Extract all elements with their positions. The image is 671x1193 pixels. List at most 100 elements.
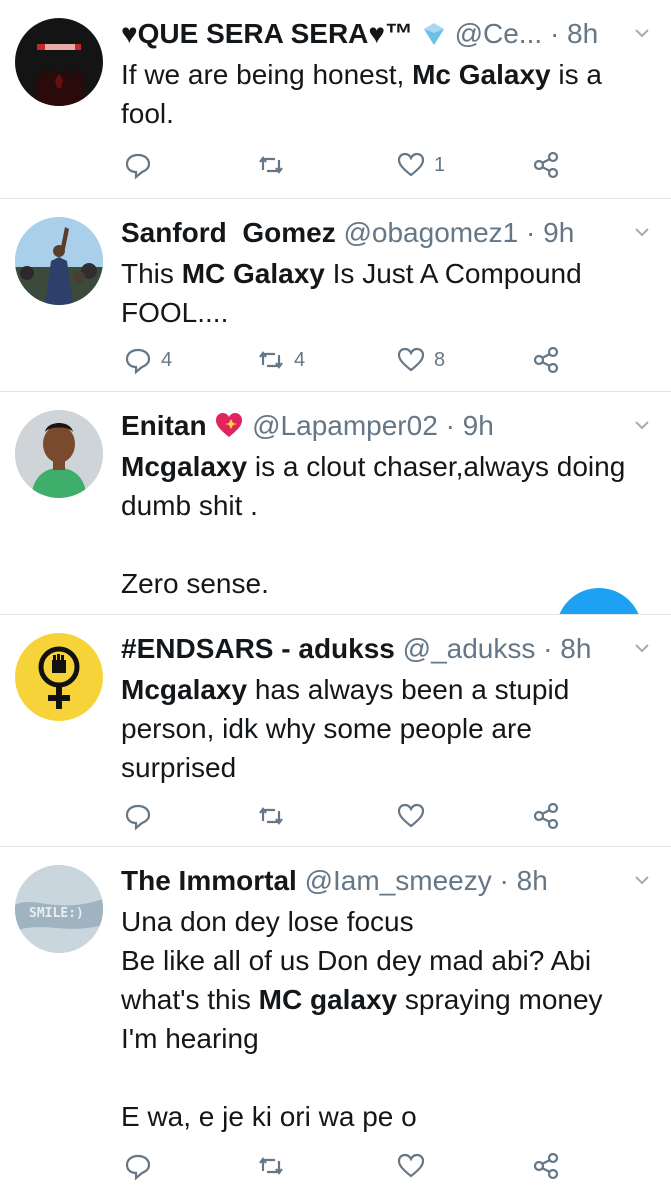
share-button[interactable]	[531, 147, 561, 183]
avatar[interactable]: SMILE:)	[15, 865, 103, 953]
like-count: 1	[434, 153, 446, 176]
tweet[interactable]: Sanford Gomez @obagomez1 · 9h This MC Ga…	[0, 199, 671, 392]
share-icon	[533, 802, 559, 830]
tweet-text-run: E wa, e je ki ori wa pe o	[121, 1101, 417, 1132]
tweet-text: If we are being honest, Mc Galaxy is a f…	[121, 55, 641, 133]
display-name[interactable]: Sanford Gomez	[121, 217, 336, 248]
crystal-emoji-icon	[421, 18, 455, 49]
svg-text:SMILE:): SMILE:)	[29, 906, 84, 921]
avatar[interactable]	[15, 18, 103, 106]
heart-icon	[397, 1153, 425, 1178]
like-count: 8	[434, 348, 446, 371]
chevron-down-icon[interactable]	[635, 418, 649, 432]
reply-button[interactable]	[123, 147, 161, 183]
tweet-actions	[121, 798, 591, 834]
tweet-paragraph: Mcgalaxy has always been a stupid person…	[121, 670, 641, 787]
tweet-actions: 1	[121, 147, 591, 183]
user-handle[interactable]: @_adukss	[403, 633, 536, 664]
tweet[interactable]: Enitan @Lapamper02 · 9h Mcgalaxy is a cl…	[0, 392, 671, 614]
tweet[interactable]: #ENDSARS - adukss @_adukss · 8h Mcgalaxy…	[0, 614, 671, 847]
user-handle[interactable]: @obagomez1	[343, 217, 518, 248]
display-name[interactable]: #ENDSARS - adukss	[121, 633, 395, 664]
avatar[interactable]	[15, 410, 103, 498]
tweet-header: ♥QUE SERA SERA♥™ @Ce... · 8h	[121, 16, 621, 52]
heart-icon	[397, 347, 425, 372]
heart-icon	[397, 152, 425, 177]
reply-button[interactable]	[123, 798, 161, 834]
tweet[interactable]: SMILE:) The Immortal @Iam_smeezy · 8h Un…	[0, 847, 671, 1193]
retweet-icon	[259, 1157, 283, 1175]
timestamp[interactable]: 8h	[560, 633, 591, 664]
tweet-paragraph: If we are being honest, Mc Galaxy is a f…	[121, 55, 641, 133]
display-name[interactable]: The Immortal	[121, 865, 297, 896]
share-icon	[533, 1152, 559, 1180]
retweet-icon	[259, 807, 283, 825]
share-icon	[533, 346, 559, 374]
like-button[interactable]	[396, 798, 434, 834]
like-button[interactable]	[396, 1148, 434, 1184]
separator-dot: ·	[526, 217, 536, 248]
highlighted-term: Mcgalaxy	[121, 451, 248, 482]
timestamp[interactable]: 8h	[567, 18, 598, 49]
tweet-actions	[121, 1148, 591, 1184]
separator-dot: ·	[445, 410, 455, 441]
retweet-button[interactable]	[256, 147, 294, 183]
sparkling-heart-emoji-icon	[214, 411, 244, 448]
tweet-text-run: If we are being honest,	[121, 59, 413, 90]
tweet-paragraph: Be like all of us Don dey mad abi? Abi w…	[121, 941, 641, 1058]
chevron-down-icon[interactable]	[635, 26, 649, 40]
like-button[interactable]: 1	[396, 147, 445, 183]
tweet-text: This MC Galaxy Is Just A Compound FOOL..…	[121, 254, 641, 332]
retweet-icon	[259, 351, 283, 369]
heart-icon	[397, 803, 425, 828]
tweet-text: Mcgalaxy has always been a stupid person…	[121, 670, 641, 787]
avatar[interactable]	[15, 217, 103, 305]
share-button[interactable]	[531, 342, 561, 378]
display-name[interactable]: Enitan	[121, 410, 207, 441]
highlighted-term: Mc Galaxy	[412, 59, 551, 90]
display-name[interactable]: ♥QUE SERA SERA♥™	[121, 18, 413, 49]
retweet-count: 4	[294, 348, 306, 371]
highlighted-term: Mcgalaxy	[121, 674, 248, 705]
user-handle[interactable]: @Iam_smeezy	[305, 865, 492, 896]
tweet-text-run: Zero sense.	[121, 568, 269, 599]
tweet-paragraph: Zero sense.	[121, 564, 641, 603]
tweet-text-run: This	[121, 258, 182, 289]
share-button[interactable]	[531, 798, 561, 834]
reply-button[interactable]	[123, 1148, 161, 1184]
separator-dot: ·	[549, 18, 560, 49]
tweet-header: The Immortal @Iam_smeezy · 8h	[121, 863, 621, 899]
reply-button[interactable]: 4	[123, 342, 172, 378]
user-handle[interactable]: @Lapamper02	[252, 410, 438, 441]
highlighted-term: MC galaxy	[258, 984, 398, 1015]
separator-dot: ·	[499, 865, 509, 896]
tweet-paragraph: Una don dey lose focus	[121, 902, 641, 941]
share-icon	[533, 151, 559, 179]
avatar[interactable]	[15, 633, 103, 721]
tweet-paragraph: E wa, e je ki ori wa pe o	[121, 1097, 641, 1136]
timestamp[interactable]: 9h	[543, 217, 574, 248]
reply-icon	[125, 1154, 151, 1181]
reply-icon	[125, 348, 151, 375]
tweet-header: #ENDSARS - adukss @_adukss · 8h	[121, 631, 621, 667]
reply-count: 4	[161, 348, 173, 371]
retweet-button[interactable]	[256, 798, 294, 834]
highlighted-term: MC Galaxy	[181, 258, 325, 289]
tweet-text: Mcgalaxy is a clout chaser,always doing …	[121, 447, 641, 603]
retweet-button[interactable]	[256, 1148, 294, 1184]
chevron-down-icon[interactable]	[635, 873, 649, 887]
timestamp[interactable]: 8h	[517, 865, 548, 896]
tweet-paragraph: Mcgalaxy is a clout chaser,always doing …	[121, 447, 641, 525]
separator-dot: ·	[543, 633, 553, 664]
share-button[interactable]	[531, 1148, 561, 1184]
like-button[interactable]: 8	[396, 342, 445, 378]
timestamp[interactable]: 9h	[463, 410, 494, 441]
reply-icon	[125, 804, 151, 831]
chevron-down-icon[interactable]	[635, 641, 649, 655]
user-handle[interactable]: @Ce...	[455, 18, 543, 49]
retweet-icon	[259, 156, 283, 174]
tweet[interactable]: ♥QUE SERA SERA♥™ @Ce... · 8h If we are b…	[0, 0, 671, 199]
chevron-down-icon[interactable]	[635, 225, 649, 239]
tweet-text-run: Una don dey lose focus	[121, 906, 414, 937]
retweet-button[interactable]: 4	[256, 342, 305, 378]
